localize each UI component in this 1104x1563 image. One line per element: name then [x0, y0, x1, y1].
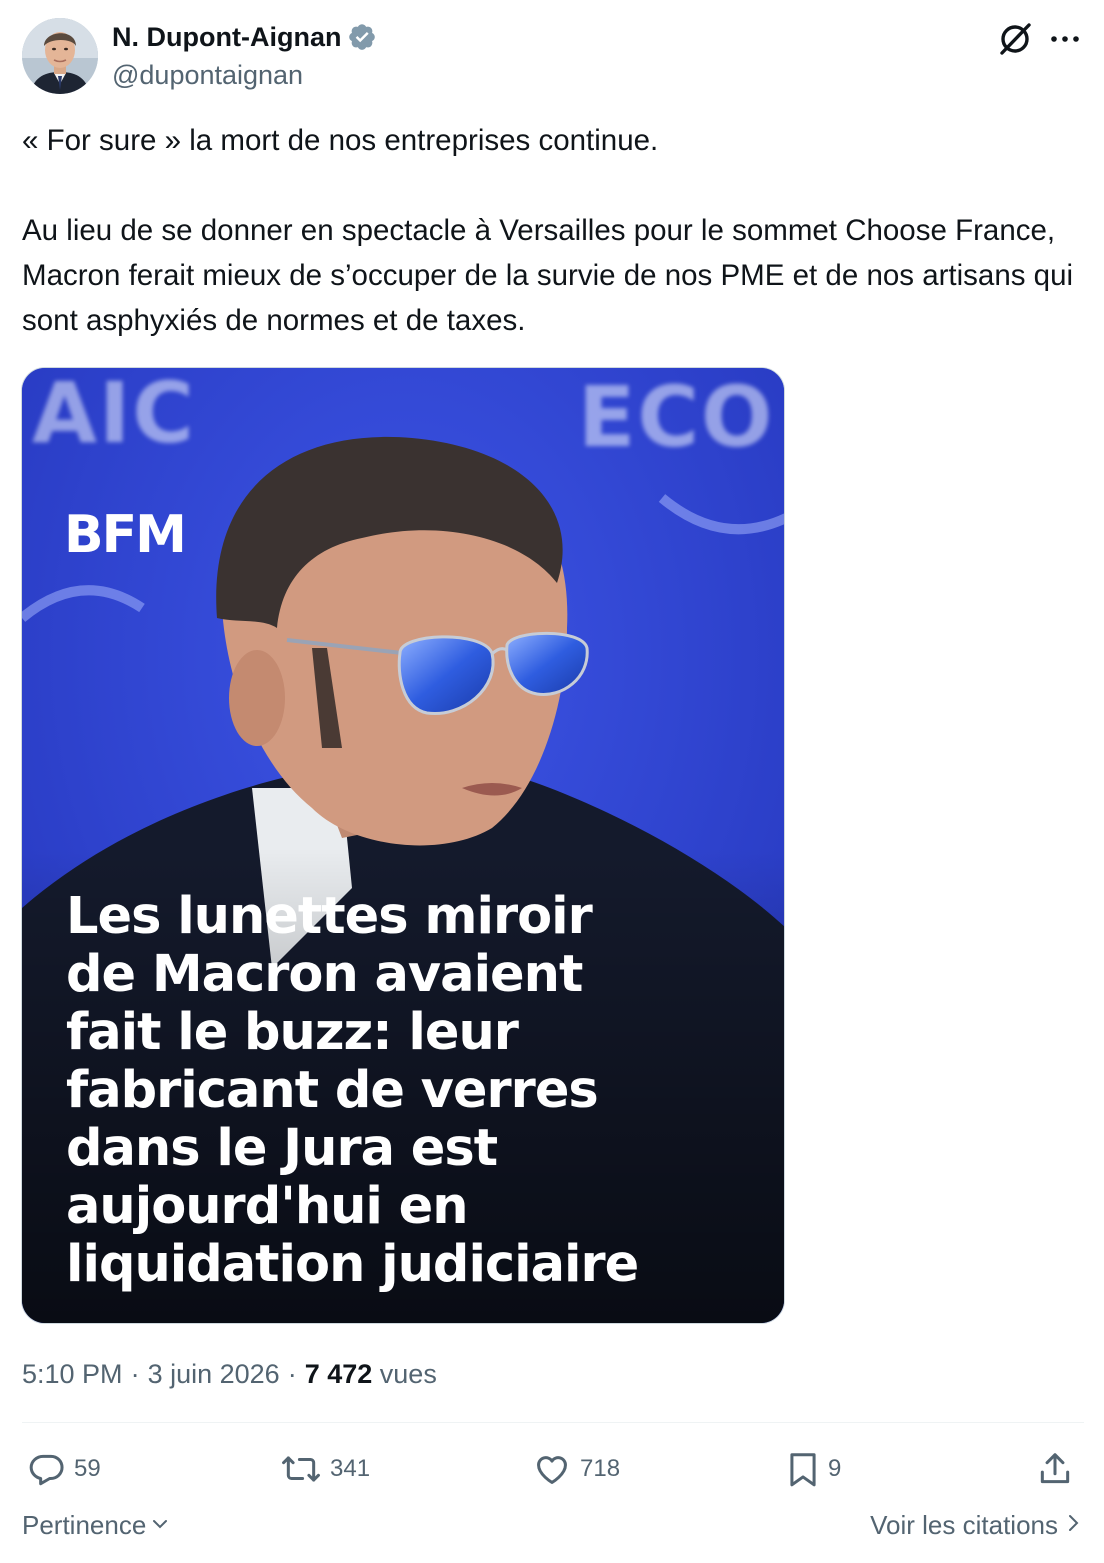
views-label: vues [379, 1359, 437, 1389]
divider [22, 1422, 1084, 1423]
author-name-row[interactable]: N. Dupont-Aignan [112, 20, 377, 54]
share-button[interactable] [1036, 1450, 1074, 1488]
avatar-image [22, 18, 98, 94]
author-display-name[interactable]: N. Dupont-Aignan [112, 20, 341, 54]
media-headline: Les lunettes miroir de Macron avaient fa… [66, 887, 639, 1294]
reply-button[interactable]: 59 [28, 1450, 101, 1488]
reply-icon [28, 1450, 66, 1488]
bookmark-button[interactable]: 9 [786, 1450, 841, 1488]
bookmark-icon [786, 1450, 820, 1488]
retweet-count: 341 [330, 1455, 371, 1482]
like-count: 718 [580, 1455, 621, 1482]
bfm-logo: BFM [64, 505, 187, 565]
media-background-text-right: ECO [578, 368, 775, 466]
chevron-down-icon [150, 1510, 170, 1541]
retweet-icon [280, 1450, 322, 1488]
tweet: N. Dupont-Aignan @dupontaignan « For sur… [0, 0, 1104, 1563]
chevron-right-icon [1066, 1510, 1082, 1541]
avatar[interactable] [22, 18, 98, 94]
view-quotes-link[interactable]: Voir les citations [870, 1510, 1082, 1541]
media-background-text-left: AIC [32, 367, 196, 462]
like-button[interactable]: 718 [532, 1450, 620, 1488]
tweet-paragraph: Au lieu de se donner en spectacle à Vers… [22, 214, 1074, 337]
author-handle[interactable]: @dupontaignan [112, 58, 303, 92]
meta-separator: · [287, 1359, 297, 1389]
bookmark-count: 9 [828, 1455, 842, 1482]
view-quotes-label: Voir les citations [870, 1510, 1058, 1540]
like-icon [532, 1450, 572, 1488]
meta-separator: · [130, 1359, 140, 1389]
sort-label: Pertinence [22, 1510, 147, 1540]
grok-icon[interactable] [996, 20, 1034, 58]
share-icon [1036, 1450, 1074, 1488]
verified-badge-icon [347, 22, 377, 52]
tweet-meta: 5:10 PM · 3 juin 2026 · 7 472 vues [22, 1356, 437, 1392]
reply-count: 59 [74, 1455, 101, 1482]
views-count: 7 472 [304, 1359, 373, 1389]
tweet-media-image[interactable]: AIC ECO BFM Les lunettes miroir de Macro… [21, 367, 785, 1324]
retweet-button[interactable]: 341 [280, 1450, 370, 1488]
tweet-date[interactable]: 3 juin 2026 [148, 1356, 280, 1392]
more-options-icon[interactable] [1048, 24, 1082, 54]
tweet-paragraph: « For sure » la mort de nos entreprises … [22, 124, 659, 157]
sort-dropdown[interactable]: Pertinence [22, 1510, 170, 1541]
tweet-text: « For sure » la mort de nos entreprises … [22, 118, 1082, 343]
tweet-time[interactable]: 5:10 PM [22, 1356, 123, 1392]
